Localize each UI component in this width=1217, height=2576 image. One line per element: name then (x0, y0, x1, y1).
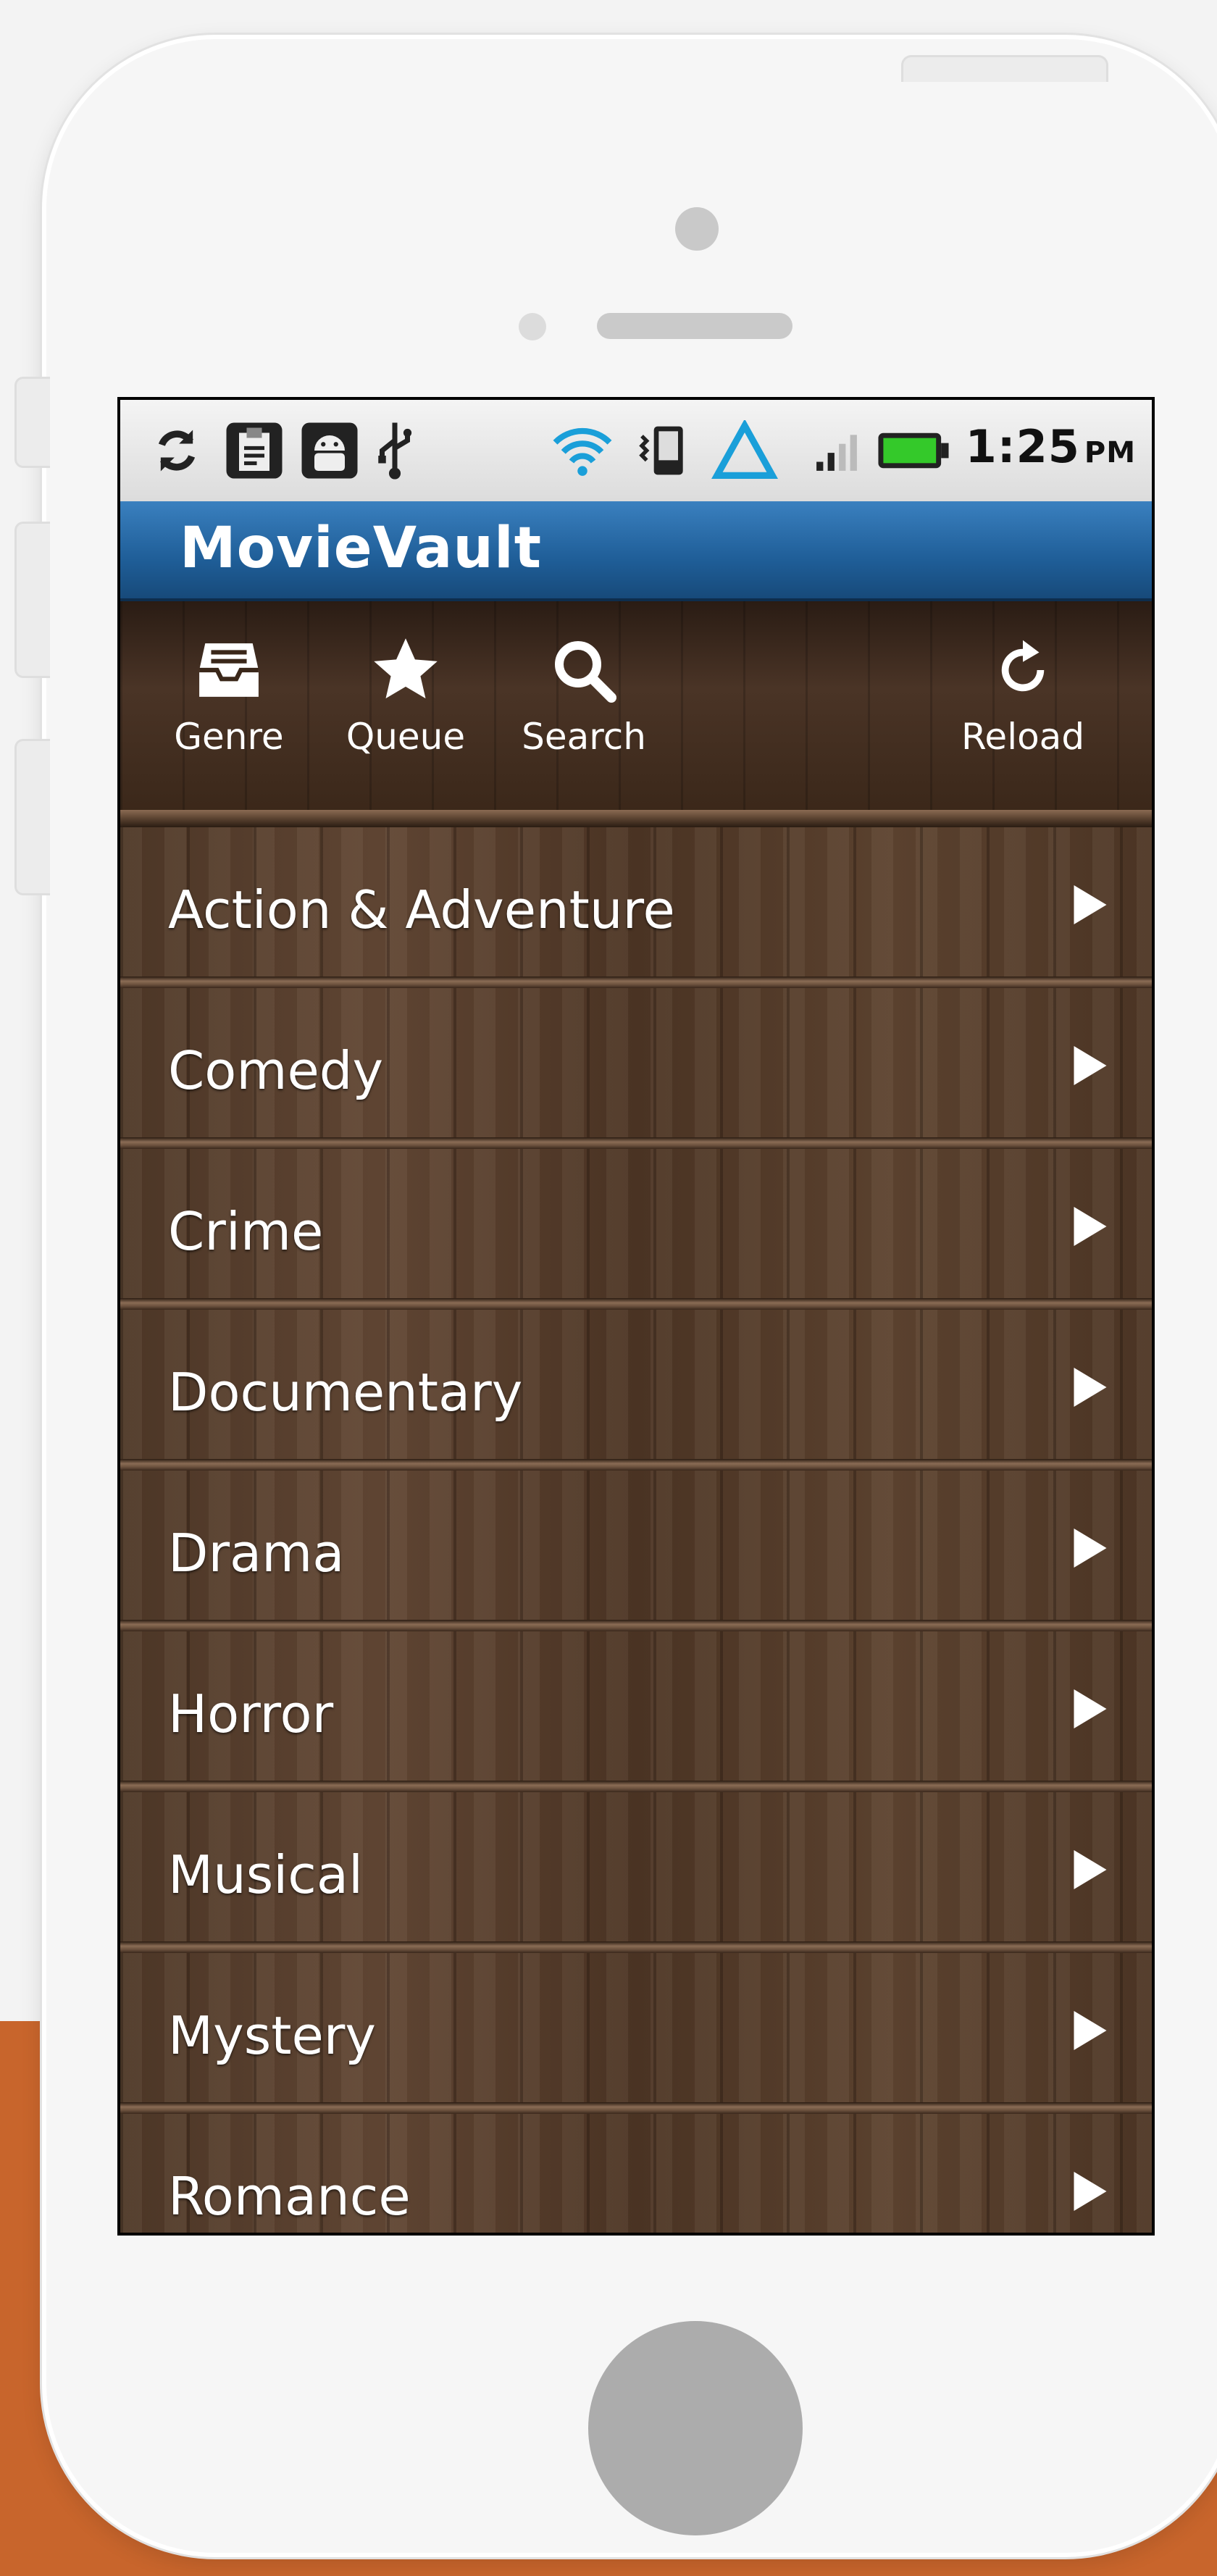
genre-label: Romance (168, 2166, 411, 2227)
signal-icon (811, 413, 862, 488)
toolbar-reload-label: Reload (961, 716, 1085, 758)
app-title: MovieVault (180, 516, 542, 581)
power-button (901, 55, 1108, 82)
genre-label: Horror (168, 1684, 334, 1744)
home-button[interactable] (588, 2321, 803, 2535)
usb-icon (369, 413, 420, 488)
status-clock: 1:25 PM (965, 420, 1136, 473)
chevron-right-icon (1072, 1368, 1108, 1410)
genre-row-mystery[interactable]: Mystery (120, 1953, 1152, 2114)
chevron-right-icon (1072, 1207, 1108, 1249)
chevron-right-icon (1072, 1850, 1108, 1892)
genre-row-horror[interactable]: Horror (120, 1631, 1152, 1792)
battery-icon (874, 413, 953, 488)
genre-row-action-adventure[interactable]: Action & Adventure (120, 827, 1152, 988)
toolbar-search-button[interactable]: Search (519, 630, 649, 758)
mute-switch (14, 377, 50, 468)
toolbar-genre-button[interactable]: Genre (164, 630, 294, 758)
genre-row-romance[interactable]: Romance (120, 2114, 1152, 2233)
phone-screen: 1:25 PM MovieVault Genre Queue Search Re… (117, 397, 1155, 2236)
status-bar: 1:25 PM (120, 400, 1152, 501)
toolbar-genre-label: Genre (174, 716, 284, 758)
genre-row-drama[interactable]: Drama (120, 1471, 1152, 1631)
proximity-sensor (519, 313, 546, 340)
genre-label: Crime (168, 1201, 324, 1262)
triangle-alert-icon (708, 413, 781, 488)
genre-label: Musical (168, 1844, 363, 1905)
genre-label: Drama (168, 1523, 345, 1584)
genre-row-documentary[interactable]: Documentary (120, 1310, 1152, 1471)
toolbar-reload-button[interactable]: Reload (958, 630, 1088, 758)
chevron-right-icon (1072, 1046, 1108, 1088)
volume-down-button (14, 739, 50, 895)
earpiece-speaker (597, 313, 792, 339)
front-camera (675, 207, 719, 251)
genre-row-crime[interactable]: Crime (120, 1149, 1152, 1310)
chevron-right-icon (1072, 2172, 1108, 2214)
chevron-right-icon (1072, 1689, 1108, 1731)
toolbar-queue-button[interactable]: Queue (340, 630, 471, 758)
chevron-right-icon (1072, 1529, 1108, 1571)
toolbar-queue-label: Queue (346, 716, 466, 758)
inbox-icon (164, 630, 294, 710)
star-icon (340, 630, 471, 710)
volume-up-button (14, 522, 50, 678)
genre-label: Action & Adventure (168, 879, 675, 940)
genre-list: Action & Adventure Comedy Crime Document… (120, 827, 1152, 2233)
genre-row-comedy[interactable]: Comedy (120, 988, 1152, 1149)
genre-row-musical[interactable]: Musical (120, 1792, 1152, 1953)
clipboard-icon (222, 413, 287, 488)
toolbar-search-label: Search (522, 716, 646, 758)
chevron-right-icon (1072, 2011, 1108, 2053)
genre-label: Documentary (168, 1362, 523, 1423)
genre-label: Comedy (168, 1040, 384, 1101)
wifi-icon (549, 413, 616, 488)
toolbar: Genre Queue Search Reload (120, 601, 1152, 819)
search-icon (519, 630, 649, 710)
android-debug-icon (297, 413, 362, 488)
vibrate-icon (633, 413, 694, 488)
chevron-right-icon (1072, 885, 1108, 927)
title-bar: MovieVault (120, 501, 1152, 601)
toolbar-shelf-edge (120, 810, 1152, 827)
reload-icon (958, 630, 1088, 710)
genre-label: Mystery (168, 2005, 376, 2066)
sync-icon (146, 413, 207, 488)
